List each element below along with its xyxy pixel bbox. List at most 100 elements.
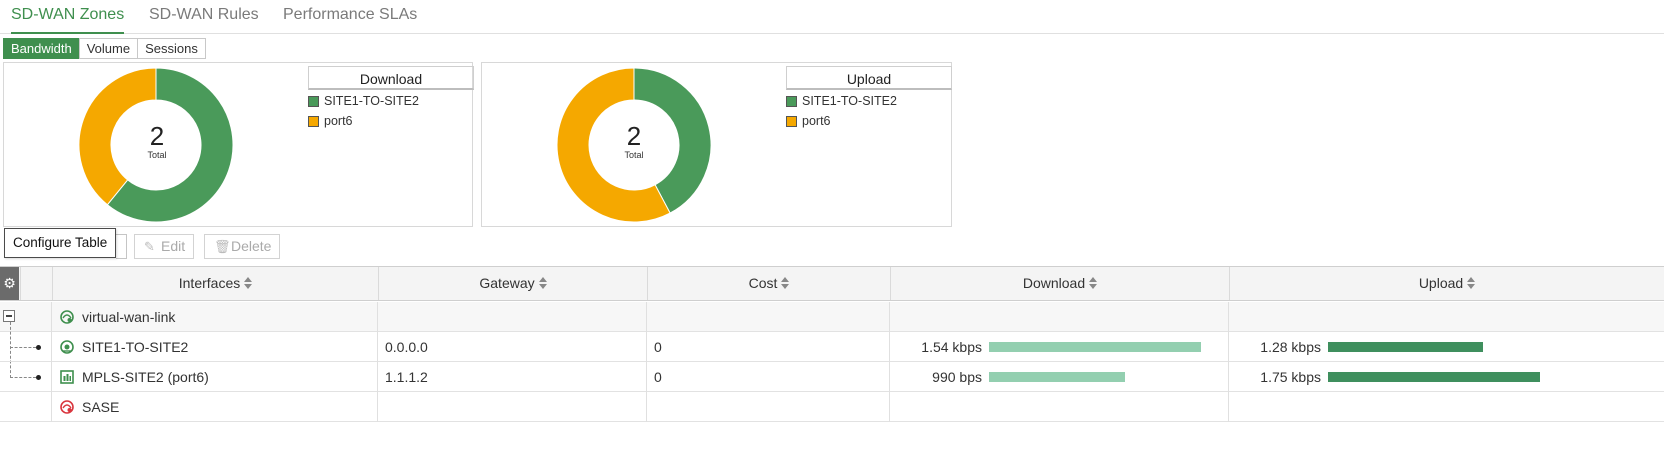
- tab-sd-wan-zones[interactable]: SD-WAN Zones: [11, 6, 125, 34]
- column-divider: [51, 392, 52, 422]
- upload-total-value: 2: [626, 121, 642, 151]
- interface-name: MPLS-SITE2 (port6): [82, 369, 209, 385]
- download-total: 2 Total: [102, 122, 212, 160]
- column-divider: [646, 302, 647, 332]
- collapse-icon[interactable]: [3, 310, 15, 322]
- sessions-button[interactable]: Sessions: [137, 38, 206, 59]
- gear-icon[interactable]: ⚙: [0, 267, 19, 300]
- download-rate: 1.54 kbps: [921, 339, 982, 355]
- upload-total: 2 Total: [579, 122, 689, 160]
- legend-swatch: [786, 115, 797, 127]
- column-header-gateway[interactable]: Gateway: [378, 267, 647, 300]
- column-divider: [1228, 332, 1229, 362]
- column-divider: [889, 302, 890, 332]
- legend-swatch: [786, 95, 797, 107]
- physical-port-icon: [60, 370, 74, 384]
- upload-total-label: Total: [624, 150, 644, 160]
- column-divider: [377, 392, 378, 422]
- download-bar: [989, 342, 1201, 352]
- table-row-group[interactable]: virtual-wan-link: [0, 302, 1664, 332]
- column-divider: [646, 332, 647, 362]
- download-rate: 990 bps: [932, 369, 982, 385]
- download-legend-title: Download: [308, 66, 474, 90]
- legend-swatch: [308, 115, 319, 127]
- chart-mode-toggle: Bandwidth Volume Sessions: [3, 38, 206, 59]
- table-row[interactable]: SITE1-TO-SITE2 0.0.0.0 0 1.54 kbps 1.28 …: [0, 332, 1664, 362]
- column-divider: [51, 302, 52, 332]
- download-total-value: 2: [149, 121, 165, 151]
- column-header-label: Download: [1022, 275, 1086, 291]
- column-divider: [1228, 392, 1229, 422]
- upload-bar: [1328, 372, 1540, 382]
- column-header-upload[interactable]: Upload: [1229, 267, 1664, 300]
- volume-button[interactable]: Volume: [78, 38, 139, 59]
- cost-value: 0: [654, 339, 662, 355]
- column-divider: [889, 362, 890, 392]
- cost-value: 0: [654, 369, 662, 385]
- edit-label: Edit: [161, 238, 186, 254]
- legend-label: port6: [802, 114, 831, 128]
- pencil-icon: ✎: [144, 239, 155, 254]
- vpn-tunnel-icon: [60, 340, 74, 354]
- legend-item-port6[interactable]: port6: [786, 112, 952, 130]
- table-row-sase[interactable]: SASE: [0, 392, 1664, 422]
- column-header-cost[interactable]: Cost: [647, 267, 890, 300]
- legend-label: SITE1-TO-SITE2: [802, 94, 897, 108]
- legend-label: port6: [324, 114, 353, 128]
- sd-wan-zone-icon: [60, 310, 74, 324]
- sort-icon: [781, 277, 790, 290]
- column-header-label: Interfaces: [178, 275, 241, 291]
- delete-label: Delete: [231, 238, 272, 254]
- column-divider: [1228, 302, 1229, 332]
- column-header-download[interactable]: Download: [890, 267, 1229, 300]
- column-header-label: Cost: [748, 275, 778, 291]
- tab-sd-wan-rules[interactable]: SD-WAN Rules: [149, 6, 259, 34]
- configure-table-tooltip: Configure Table: [4, 228, 117, 258]
- sort-icon: [1089, 277, 1098, 290]
- trash-icon: 🗑: [214, 239, 231, 254]
- sort-icon: [538, 277, 547, 290]
- tree-column-header: [20, 267, 52, 300]
- table-row[interactable]: MPLS-SITE2 (port6) 1.1.1.2 0 990 bps 1.7…: [0, 362, 1664, 392]
- column-header-label: Gateway: [479, 275, 535, 291]
- upload-chart-panel: 2 Total Upload SITE1-TO-SITE2 port6: [481, 62, 952, 227]
- edit-button[interactable]: ✎ Edit: [134, 234, 195, 259]
- table-header: ⚙ Interfaces Gateway Cost Download Uploa…: [0, 266, 1664, 301]
- column-divider: [377, 332, 378, 362]
- column-divider: [51, 332, 52, 362]
- sase-zone-icon: [60, 400, 74, 414]
- legend-swatch: [308, 95, 319, 107]
- interface-name: SITE1-TO-SITE2: [82, 339, 189, 355]
- interface-name: virtual-wan-link: [82, 309, 176, 325]
- column-divider: [377, 362, 378, 392]
- column-divider: [646, 362, 647, 392]
- upload-legend: Upload SITE1-TO-SITE2 port6: [786, 66, 952, 130]
- download-legend: Download SITE1-TO-SITE2 port6: [308, 66, 474, 130]
- download-total-label: Total: [147, 150, 167, 160]
- download-chart-panel: 2 Total Download SITE1-TO-SITE2 port6: [3, 62, 474, 227]
- sort-icon: [244, 277, 253, 290]
- legend-item-site1-to-site2[interactable]: SITE1-TO-SITE2: [786, 92, 952, 110]
- gateway-value: 1.1.1.2: [385, 369, 428, 385]
- column-divider: [889, 332, 890, 362]
- tab-performance-slas[interactable]: Performance SLAs: [283, 6, 417, 34]
- delete-button[interactable]: 🗑 Delete: [204, 234, 281, 259]
- upload-legend-title: Upload: [786, 66, 952, 90]
- column-header-interfaces[interactable]: Interfaces: [52, 267, 378, 300]
- legend-item-site1-to-site2[interactable]: SITE1-TO-SITE2: [308, 92, 474, 110]
- tab-bar: SD-WAN Zones SD-WAN Rules Performance SL…: [0, 0, 1664, 34]
- bandwidth-button[interactable]: Bandwidth: [3, 38, 80, 59]
- legend-label: SITE1-TO-SITE2: [324, 94, 419, 108]
- column-header-label: Upload: [1418, 275, 1464, 291]
- upload-rate: 1.75 kbps: [1260, 369, 1321, 385]
- column-divider: [51, 362, 52, 392]
- create-new-button-edge[interactable]: [116, 234, 127, 259]
- column-divider: [889, 392, 890, 422]
- download-bar: [989, 372, 1125, 382]
- column-divider: [377, 302, 378, 332]
- upload-bar: [1328, 342, 1483, 352]
- legend-item-port6[interactable]: port6: [308, 112, 474, 130]
- gateway-value: 0.0.0.0: [385, 339, 428, 355]
- upload-rate: 1.28 kbps: [1260, 339, 1321, 355]
- column-divider: [1228, 362, 1229, 392]
